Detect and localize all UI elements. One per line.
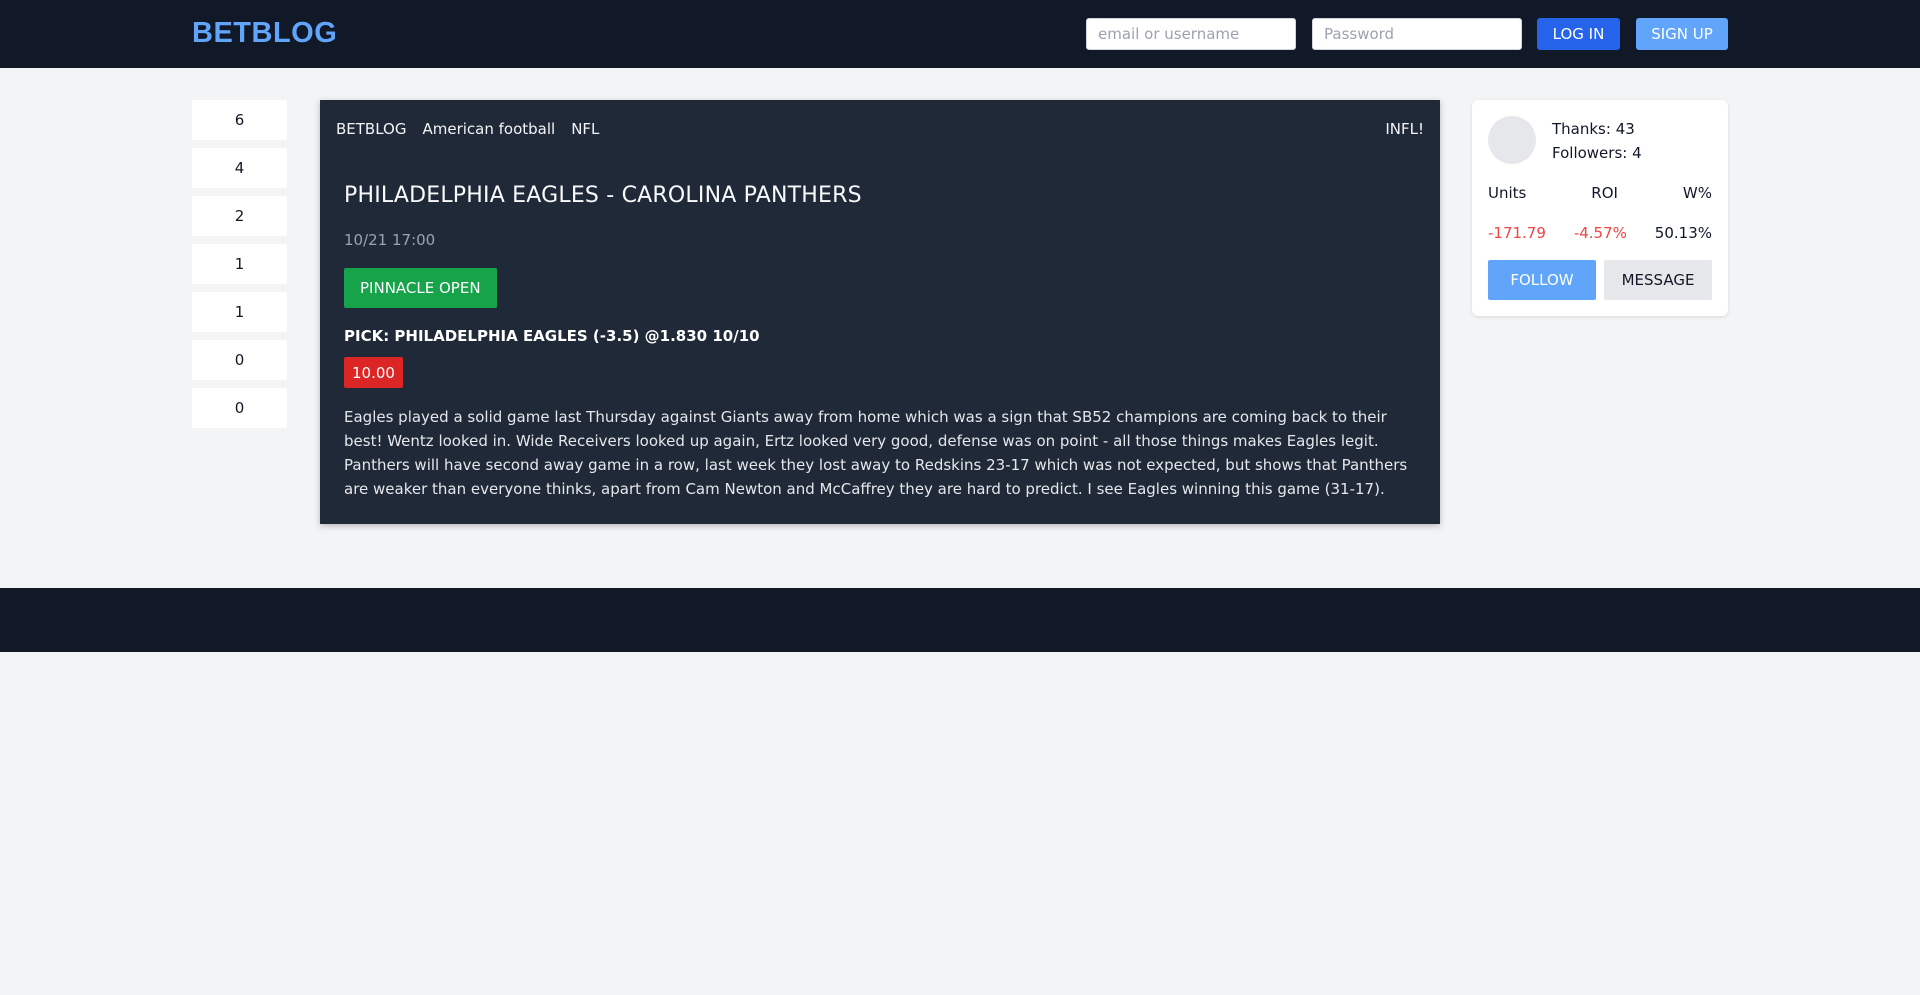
units-value: -171.79 [1488,224,1546,242]
post-date: 10/21 17:00 [344,231,436,249]
vote-item[interactable]: 2 [192,196,287,236]
win-percent-label: W% [1682,184,1712,202]
roi-label: ROI [1591,184,1618,202]
vote-item[interactable]: 0 [192,340,287,380]
bookmaker-open-button[interactable]: PINNACLE OPEN [344,268,497,308]
breadcrumb-item-league[interactable]: NFL [571,120,599,138]
message-button[interactable]: MESSAGE [1604,260,1712,300]
vote-item[interactable]: 1 [192,244,287,284]
follow-button[interactable]: FOLLOW [1488,260,1596,300]
login-button[interactable]: LOG IN [1537,18,1620,50]
post-card: BETBLOG American football NFL INFL! PHIL… [320,100,1440,524]
units-label: Units [1488,184,1527,202]
stats-header-row: Units ROI W% [1488,184,1712,202]
vote-item[interactable]: 0 [192,388,287,428]
roi-value: -4.57% [1573,224,1627,242]
avatar[interactable] [1488,116,1536,164]
breadcrumb: BETBLOG American football NFL [336,120,615,138]
vote-item[interactable]: 1 [192,292,287,332]
followers-count: Followers: 4 [1552,144,1642,162]
footer [0,588,1920,652]
author-profile-card: Thanks: 43 Followers: 4 Units ROI W% -17… [1472,100,1728,316]
vote-list: 6 4 2 1 1 0 0 [192,100,287,436]
top-navbar: BETBLOG LOG IN SIGN UP [0,0,1920,68]
post-analysis: Eagles played a solid game last Thursday… [344,408,1408,498]
site-logo[interactable]: BETBLOG [192,17,337,50]
post-title: PHILADELPHIA EAGLES - CAROLINA PANTHERS [344,183,862,208]
thanks-count: Thanks: 43 [1552,120,1635,138]
vote-item[interactable]: 4 [192,148,287,188]
password-input[interactable] [1312,18,1522,50]
breadcrumb-item-betblog[interactable]: BETBLOG [336,120,406,138]
stake-badge: 10.00 [344,357,403,388]
win-percent-value: 50.13% [1654,224,1712,242]
signup-button[interactable]: SIGN UP [1636,18,1728,50]
stats-table: Units ROI W% -171.79 -4.57% 50.13% [1488,184,1712,242]
breadcrumb-item-sport[interactable]: American football [422,120,555,138]
post-tag[interactable]: INFL! [1385,120,1424,138]
username-input[interactable] [1086,18,1296,50]
stats-value-row: -171.79 -4.57% 50.13% [1488,224,1712,242]
vote-item[interactable]: 6 [192,100,287,140]
pick-text: PICK: PHILADELPHIA EAGLES (-3.5) @1.830 … [344,327,760,345]
